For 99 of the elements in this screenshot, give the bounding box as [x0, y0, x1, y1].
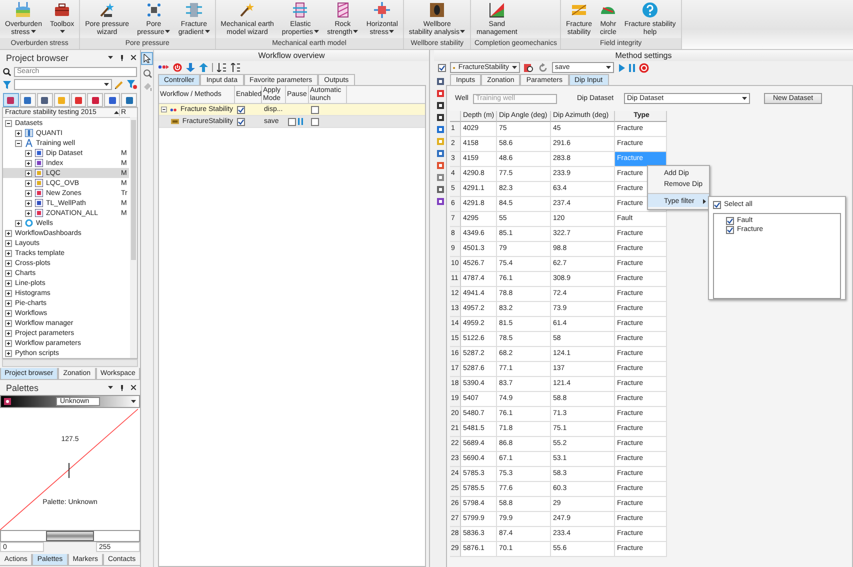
stop-icon[interactable]: [639, 62, 649, 72]
expand-icon[interactable]: [5, 250, 12, 256]
filter-icon[interactable]: [3, 80, 11, 88]
expand-icon[interactable]: [5, 320, 12, 326]
expand-icon[interactable]: [25, 190, 32, 196]
log-icon: [35, 179, 43, 187]
panel-title: Palettes: [6, 382, 39, 392]
caret-icon: [131, 400, 136, 403]
checkbox[interactable]: [713, 200, 721, 208]
log-icon: [35, 189, 43, 197]
log-icon: [35, 209, 43, 217]
filter-icon[interactable]: [127, 80, 137, 89]
checkbox[interactable]: [726, 216, 734, 224]
check-icon: [714, 202, 720, 208]
stripes-icon: [570, 2, 587, 18]
expand-icon[interactable]: [5, 310, 12, 316]
pin-icon[interactable]: [120, 54, 124, 60]
expand-icon[interactable]: [5, 280, 12, 286]
help-icon: [642, 2, 658, 18]
submenu-arrow-icon: [703, 199, 706, 204]
expand-icon[interactable]: [5, 270, 12, 276]
toolbox-icon: [54, 2, 70, 18]
search-icon: [3, 68, 11, 76]
checkbox[interactable]: [438, 64, 446, 72]
chart-icon: [488, 2, 505, 18]
play-icon[interactable]: [618, 64, 625, 72]
expand-icon[interactable]: [5, 350, 12, 356]
sort-ascending-icon[interactable]: [231, 63, 241, 72]
collapse-icon[interactable]: [5, 120, 12, 126]
refresh-icon[interactable]: [538, 62, 548, 72]
panel-title: Project browser: [6, 52, 69, 62]
collapse-icon[interactable]: [15, 140, 22, 146]
expand-icon[interactable]: [25, 200, 32, 206]
caret-icon: [512, 66, 517, 69]
expand-icon[interactable]: [25, 180, 32, 186]
wand-icon: [239, 2, 256, 18]
power-icon[interactable]: [173, 63, 182, 72]
expand-icon[interactable]: [5, 330, 12, 336]
wand-icon: [99, 2, 116, 18]
checkbox[interactable]: [237, 118, 245, 126]
method-icon: [171, 118, 180, 125]
expand-icon[interactable]: [5, 260, 12, 266]
arrows-icon: [186, 2, 202, 18]
arrows-icon: [374, 2, 390, 18]
scrollbar[interactable]: [2, 359, 138, 367]
borehole-icon: [429, 2, 446, 18]
pause-icon[interactable]: [298, 118, 303, 125]
run-icon[interactable]: [158, 63, 169, 72]
log-icon: [35, 199, 43, 207]
checkbox[interactable]: [726, 226, 734, 234]
panel-title: Workflow overview: [154, 50, 429, 61]
expand-icon[interactable]: [5, 240, 12, 246]
workflow-icon: [170, 106, 178, 112]
check-icon: [439, 64, 445, 70]
expand-icon[interactable]: [5, 290, 12, 296]
dropdown-icon[interactable]: [108, 56, 113, 59]
caret-icon: [606, 66, 611, 69]
close-icon[interactable]: [131, 55, 136, 60]
sort-icon: [114, 111, 119, 114]
log-icon: [35, 169, 43, 177]
zoom-icon: [142, 69, 152, 78]
ring-icon: [25, 219, 33, 227]
panel-title: Method settings: [434, 50, 853, 61]
checkbox[interactable]: [288, 118, 296, 126]
caret-icon: [104, 83, 109, 86]
palette-icon: [4, 398, 11, 405]
cylinder-icon: [292, 2, 308, 18]
slider-handle[interactable]: [46, 531, 94, 541]
sort-descending-icon[interactable]: [217, 63, 227, 72]
expand-icon[interactable]: [25, 160, 32, 166]
expand-icon[interactable]: [25, 210, 32, 216]
checkbox[interactable]: [311, 106, 319, 114]
striped-block-icon: [334, 2, 351, 18]
layers-icon: [15, 2, 32, 18]
pin-icon[interactable]: [120, 384, 124, 390]
log-icon: [35, 159, 43, 167]
checkbox[interactable]: [311, 118, 319, 126]
checkbox[interactable]: [237, 106, 245, 114]
well-icon: [25, 129, 33, 137]
down-arrow-icon[interactable]: [186, 63, 195, 72]
inspect-icon[interactable]: [524, 62, 534, 72]
expand-icon[interactable]: [25, 170, 32, 176]
expand-icon[interactable]: [5, 340, 12, 346]
pointer-icon: [143, 54, 151, 63]
log-icon: [35, 149, 43, 157]
expand-icon[interactable]: [15, 130, 22, 136]
collapse-icon[interactable]: [161, 106, 167, 113]
expand-icon[interactable]: [15, 220, 22, 226]
zoom-button[interactable]: [142, 68, 152, 79]
caret-icon: [742, 97, 747, 100]
expand-icon[interactable]: [5, 300, 12, 306]
up-arrow-icon[interactable]: [199, 63, 208, 72]
dropdown-icon[interactable]: [108, 386, 113, 389]
pause-icon[interactable]: [629, 64, 635, 72]
pointer-button[interactable]: [141, 52, 153, 65]
scrollbar[interactable]: [130, 117, 137, 358]
close-icon[interactable]: [131, 385, 136, 390]
expand-icon[interactable]: [25, 150, 32, 156]
expand-icon[interactable]: [5, 230, 12, 236]
